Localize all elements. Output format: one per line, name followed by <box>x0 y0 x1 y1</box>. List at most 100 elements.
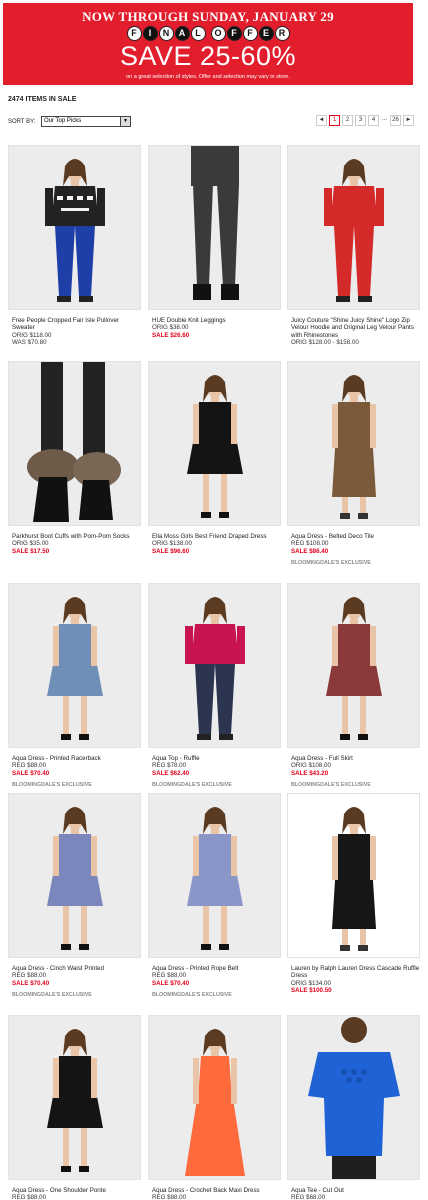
sort-dropdown[interactable]: Our Top Picks ▼ <box>41 116 131 127</box>
exclusive-badge: BLOOMINGDALE'S EXCLUSIVE <box>152 782 232 789</box>
product-card[interactable]: Aqua Dress - Cinch Waist Printed REG $88.… <box>8 793 141 999</box>
product-card[interactable]: Ella Moss Girls Best Friend Draped Dress… <box>148 361 281 555</box>
product-image[interactable] <box>8 793 141 958</box>
offer-letter: F <box>126 26 142 41</box>
product-photo-placeholder <box>47 1029 103 1172</box>
product-card[interactable]: Aqua Dress - Printed Racerback REG $88.00… <box>8 583 141 789</box>
product-image[interactable] <box>148 793 281 958</box>
product-photo-placeholder <box>187 375 243 518</box>
product-image[interactable] <box>287 793 420 958</box>
product-name-link[interactable]: Aqua Dress - Cinch Waist Printed <box>8 965 141 972</box>
product-card[interactable]: Aqua Dress - Full Skirt ORIG $108.00 SALE … <box>287 583 420 789</box>
product-name-link[interactable]: Lauren by Ralph Lauren Dress Cascade Ruf… <box>287 965 420 980</box>
product-card[interactable]: Aqua Top - Ruffle REG $78.00 SALE $62.40 BL… <box>148 583 281 789</box>
product-image[interactable] <box>287 361 420 526</box>
product-image[interactable] <box>8 145 141 310</box>
product-name-link[interactable]: Aqua Top - Ruffle <box>148 755 281 762</box>
page-link[interactable]: 4 <box>368 115 379 126</box>
product-name-link[interactable]: Aqua Dress - One Shoulder Ponte <box>8 1187 141 1194</box>
banner-headline: NOW THROUGH SUNDAY, JANUARY 29 <box>82 9 334 24</box>
exclusive-badge: BLOOMINGDALE'S EXCLUSIVE <box>12 992 92 999</box>
pagination-ellipsis: ... <box>381 115 389 126</box>
offer-letter: N <box>158 26 174 41</box>
product-card[interactable]: HUE Double Knit Leggings ORIG $38.00 SALE … <box>148 145 281 339</box>
sale-banner[interactable]: NOW THROUGH SUNDAY, JANUARY 29 F I N A L… <box>3 3 413 85</box>
product-photo-placeholder <box>324 159 384 302</box>
product-price: ORIG $128.00 - $158.00 <box>291 339 359 347</box>
product-image[interactable] <box>148 583 281 748</box>
product-photo-placeholder <box>332 807 376 951</box>
product-price: REG $88.00 <box>152 1194 187 1200</box>
product-card[interactable]: Aqua Dress - Crochet Back Maxi Dress REG … <box>148 1015 281 1200</box>
product-name-link[interactable]: Juicy Couture "Shine Juicy Shine" Logo Z… <box>287 317 420 339</box>
next-page-button[interactable]: ► <box>403 115 415 126</box>
product-price: ORIG $118.00 <box>12 331 52 339</box>
product-price: ORIG $134.00 <box>291 979 331 987</box>
product-card[interactable]: Aqua Dress - Printed Rope Belt REG $88.00… <box>148 793 281 999</box>
sale-price: SALE $17.50 <box>12 547 50 555</box>
product-price: WAS $70.80 <box>12 339 47 347</box>
product-price: ORIG $108.00 <box>291 762 331 770</box>
product-photo-placeholder <box>185 1029 245 1176</box>
banner-subtext: on a great selection of styles. Offer an… <box>126 74 290 80</box>
product-photo-placeholder <box>308 1017 400 1179</box>
product-name-link[interactable]: Aqua Dress - Belted Deco Tile <box>287 533 420 540</box>
sale-price: SALE $100.50 <box>291 987 332 995</box>
exclusive-badge: BLOOMINGDALE'S EXCLUSIVE <box>152 992 232 999</box>
offer-letter: R <box>274 26 290 41</box>
product-name-link[interactable]: Aqua Dress - Printed Rope Belt <box>148 965 281 972</box>
page-link[interactable]: 3 <box>355 115 366 126</box>
product-image[interactable] <box>287 583 420 748</box>
product-card[interactable]: Free People Cropped Fair Isle Pullover S… <box>8 145 141 347</box>
product-image[interactable] <box>148 1015 281 1180</box>
final-offer-letters: F I N A L O F F E R <box>3 26 413 41</box>
product-image[interactable] <box>8 583 141 748</box>
page-link[interactable]: 26 <box>390 115 402 126</box>
product-price: REG $88.00 <box>152 972 187 980</box>
product-name-link[interactable]: Ella Moss Girls Best Friend Draped Dress <box>148 533 281 540</box>
product-price: REG $108.00 <box>291 540 329 548</box>
sale-price: SALE $62.40 <box>152 769 190 777</box>
product-name-link[interactable]: Aqua Tee - Cut Out <box>287 1187 420 1194</box>
product-image[interactable] <box>148 145 281 310</box>
sale-price: SALE $70.40 <box>152 979 190 987</box>
product-photo-placeholder <box>45 159 105 302</box>
product-image[interactable] <box>148 361 281 526</box>
product-photo-placeholder <box>326 597 382 740</box>
page-link[interactable]: 2 <box>342 115 353 126</box>
product-price: REG $68.00 <box>291 1194 326 1200</box>
product-price: REG $78.00 <box>152 762 187 770</box>
sale-price: SALE $43.20 <box>291 769 329 777</box>
sale-price: SALE $26.60 <box>152 331 190 339</box>
product-price: ORIG $138.00 <box>152 540 192 548</box>
product-image[interactable] <box>8 1015 141 1180</box>
product-name-link[interactable]: Aqua Dress - Printed Racerback <box>8 755 141 762</box>
exclusive-badge: BLOOMINGDALE'S EXCLUSIVE <box>291 782 371 789</box>
chevron-down-icon[interactable]: ▼ <box>120 117 130 126</box>
offer-letter: O <box>210 26 226 41</box>
product-card[interactable]: Aqua Tee - Cut Out REG $68.00 <box>287 1015 420 1200</box>
product-name-link[interactable]: Aqua Dress - Full Skirt <box>287 755 420 762</box>
offer-letter: A <box>174 26 190 41</box>
product-card[interactable]: Lauren by Ralph Lauren Dress Cascade Ruf… <box>287 793 420 995</box>
items-count: 2474 ITEMS IN SALE <box>8 96 77 103</box>
page-link[interactable]: 1 <box>329 115 340 126</box>
product-image[interactable] <box>8 361 141 526</box>
product-photo-placeholder <box>187 807 243 950</box>
product-card[interactable]: Aqua Dress - One Shoulder Ponte REG $88.0… <box>8 1015 141 1200</box>
prev-page-button[interactable]: ◄ <box>316 115 327 126</box>
product-name-link[interactable]: Free People Cropped Fair Isle Pullover S… <box>8 317 141 332</box>
product-name-link[interactable]: Aqua Dress - Crochet Back Maxi Dress <box>148 1187 281 1194</box>
product-photo-placeholder <box>332 375 376 519</box>
product-card[interactable]: Parkhurst Boot Cuffs with Pom-Pom Socks O… <box>8 361 141 555</box>
product-image[interactable] <box>287 1015 420 1180</box>
sort-selected-value: Our Top Picks <box>44 118 82 124</box>
product-card[interactable]: Juicy Couture "Shine Juicy Shine" Logo Z… <box>287 145 420 347</box>
product-photo-placeholder <box>27 362 121 522</box>
offer-letter: L <box>190 26 206 41</box>
exclusive-badge: BLOOMINGDALE'S EXCLUSIVE <box>12 782 92 789</box>
product-image[interactable] <box>287 145 420 310</box>
product-name-link[interactable]: Parkhurst Boot Cuffs with Pom-Pom Socks <box>8 533 141 540</box>
product-name-link[interactable]: HUE Double Knit Leggings <box>148 317 281 324</box>
product-card[interactable]: Aqua Dress - Belted Deco Tile REG $108.00… <box>287 361 420 567</box>
